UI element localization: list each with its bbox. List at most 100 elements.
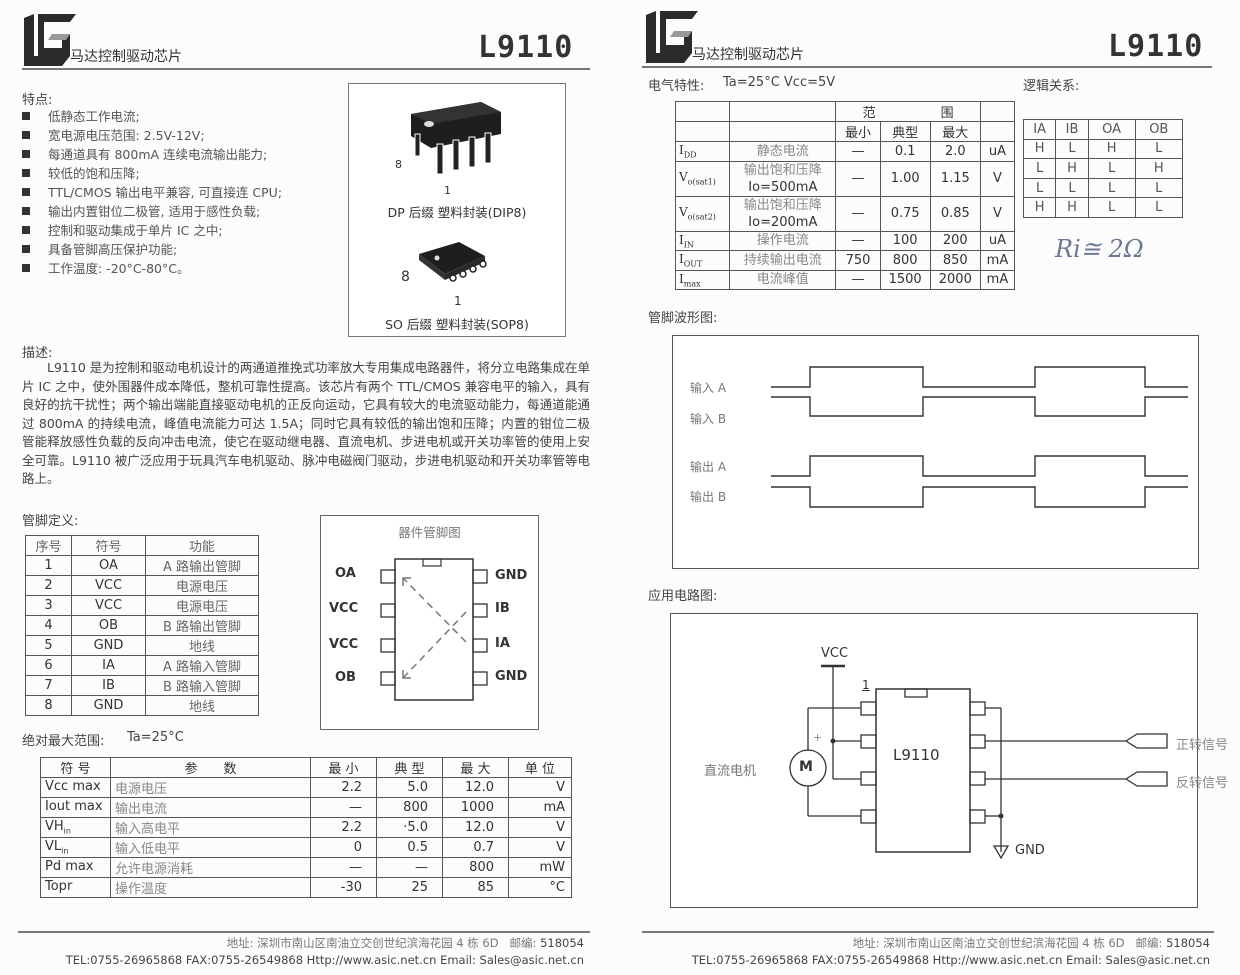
logic-level-cell: H (1134, 158, 1184, 179)
waveform-title: 管脚波形图: (648, 311, 718, 326)
dip8-package-icon (411, 102, 501, 175)
typ-value-cell: 800 (879, 250, 931, 271)
max-value-cell: 1000 (442, 797, 509, 818)
waveform-trace (771, 396, 1188, 417)
table-row: HHLL (1022, 197, 1184, 218)
table-row: IDD 静态电流 —0.1 2.0 uA (674, 141, 1016, 162)
col-header: 符 号 (40, 757, 111, 778)
motor-label: 直流电机 (704, 764, 757, 779)
pin-label-left: OB (335, 670, 356, 685)
parameter-cell: 静态电流 (729, 141, 837, 162)
min-value-cell: 2.2 (310, 777, 377, 798)
table-row: LLLL (1022, 177, 1184, 199)
max-value-cell: 85 (442, 877, 509, 898)
parameter-cell: 操作电流 (729, 230, 837, 251)
logic-level-cell: L (1087, 158, 1136, 179)
symbol-cell: Topr (40, 877, 111, 898)
pin-symbol-cell: OB (71, 615, 146, 636)
square-bullet-icon (22, 263, 30, 272)
part-number-title: L9110 (478, 30, 574, 65)
table-row: IOUT 持续输出电流 750 800 850 mA (674, 250, 1016, 271)
table-row: 5 GND 地线 (25, 635, 259, 656)
typ-value-cell: 0.1 (879, 141, 931, 162)
pin-stub (969, 701, 986, 716)
sop-pin1-label: 1 (454, 294, 462, 308)
header-divider (642, 66, 1212, 68)
logic-level-cell: L (1022, 177, 1057, 199)
max-value-cell: 0.7 (442, 837, 509, 858)
square-bullet-icon (22, 168, 30, 177)
forward-signal-label: 正转信号 (1176, 738, 1229, 753)
col-header-no: 序号 (25, 535, 72, 556)
pin-label-right: IB (495, 601, 510, 616)
sop-pin8-label: 8 (401, 269, 410, 285)
junction-dot (998, 813, 1004, 819)
table-row: Imax 电流峰值 —1500 2000 mA (674, 269, 1016, 290)
waveform-trace (771, 455, 1188, 477)
min-value-cell: — (835, 230, 881, 251)
unit-cell: V (508, 777, 572, 798)
junction-dot (830, 738, 836, 744)
absolute-max-body: Vcc max 电源电压 2.2 5.0 12.0 V Iout max 输出电流 —800 10… (40, 777, 572, 898)
logic-level-cell: L (1055, 177, 1089, 199)
logic-level-cell: L (1087, 197, 1136, 218)
feature-item: 每通道具有 800mA 连续电流输出能力; (22, 144, 282, 163)
waveform-box: 输入 A 输入 B 输出 A 输出 B (672, 335, 1199, 569)
min-value-cell: — (310, 857, 377, 878)
min-value-cell: 0 (310, 837, 377, 858)
feature-item: TTL/CMOS 输出电平兼容, 可直接连 CPU; (22, 182, 282, 201)
table-row: 6 IA A 路输入管脚 (25, 655, 259, 676)
electrical-table: 范 围 最小 典型 最大 IDD 静态电流 —0.1 2.0 uA Vo(sat1) 输出饱… (674, 101, 1016, 290)
datasheet-page-left: 马达控制驱动芯片 L9110 特点: 低静态工作电流; 宽电源电压范围: 2.5… (0, 0, 620, 975)
feature-item: 低静态工作电流; (22, 106, 282, 125)
pin-symbol-cell: IB (71, 675, 146, 696)
min-value-cell: -30 (310, 877, 377, 898)
forward-connector-icon (1124, 733, 1168, 749)
col-header: 最 大 (442, 757, 509, 778)
sop8-package-icon (419, 242, 487, 282)
waveform-trace (771, 366, 1188, 388)
logic-body: HLHLLHLHLLLLHHLL (1022, 138, 1184, 218)
chip-notch (904, 688, 928, 698)
table-row: 1 OA A 路输出管脚 (25, 555, 259, 576)
col-header-min: 最小 (835, 121, 881, 142)
pin-definition-table: 序号 符号 功能 1 OA A 路输出管脚 2 VCC 电源电压 3 VCC 电源电压 4 OB B … (25, 535, 259, 716)
logic-level-cell: L (1134, 177, 1184, 199)
handwritten-note: Ri≅ 2Ω (1055, 235, 1144, 263)
parameter-cell: 操作温度 (110, 877, 311, 898)
table-row: HLHL (1022, 138, 1184, 160)
min-value-cell: — (310, 797, 377, 818)
header-divider (22, 68, 590, 70)
pin-stub (380, 569, 396, 584)
pin-label-right: GND (495, 669, 528, 684)
col-header: 单 位 (508, 757, 572, 778)
waveform-signal-label: 输出 B (690, 489, 726, 504)
feature-item: 具备管脚高压保护功能; (22, 239, 282, 258)
max-value-cell: 2000 (929, 269, 981, 290)
max-value-cell: 12.0 (442, 817, 509, 838)
brand-subtitle: 马达控制驱动芯片 (70, 49, 182, 65)
table-subheader-row: 最小 典型 最大 (674, 121, 1016, 142)
col-header: OB (1134, 119, 1184, 140)
dip-pin8-label: 8 (395, 158, 402, 171)
pinout-chip-drawing (380, 558, 488, 701)
square-bullet-icon (22, 149, 30, 158)
footer: 地址: 深圳市南山区南油立交创世纪滨海花园 4 栋 6D 邮编: 518054 … (20, 935, 584, 969)
footer-contact-line: TEL:0755-26965868 FAX:0755-26549868 Http… (691, 953, 1210, 967)
table-row: Vo(sat2) 输出饱和压降 Io=200mA —0.75 0.85 V (674, 195, 1016, 232)
pin-function-cell: 电源电压 (145, 595, 259, 616)
pin-stub (380, 638, 396, 653)
parameter-cell: 输出饱和压降 Io=500mA (729, 160, 837, 197)
pin-definition-body: 1 OA A 路输出管脚 2 VCC 电源电压 3 VCC 电源电压 4 OB B 路输出管脚 5 GND… (25, 555, 259, 716)
electrical-condition: Ta=25°C Vcc=5V (723, 75, 836, 90)
features-list: 低静态工作电流; 宽电源电压范围: 2.5V-12V; 每通道具有 800mA … (22, 106, 282, 277)
chip-label: L9110 (893, 746, 940, 764)
pin-number-cell: 7 (25, 675, 72, 696)
logic-level-cell: H (1022, 138, 1057, 160)
datasheet-page-right: 马达控制驱动芯片 L9110 电气特性: Ta=25°C Vcc=5V 范 围 … (620, 0, 1240, 975)
typ-value-cell: 100 (879, 230, 931, 251)
symbol-cell: IOUT (674, 250, 731, 271)
dip-pin1-label: 1 (444, 184, 451, 197)
logic-level-cell: L (1134, 197, 1184, 218)
pin-stub (472, 569, 488, 584)
